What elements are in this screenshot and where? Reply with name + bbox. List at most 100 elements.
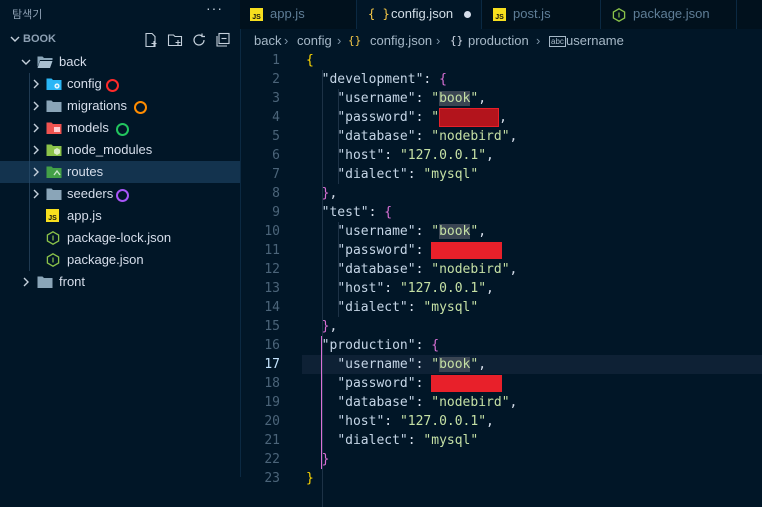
folder-icon — [46, 188, 62, 200]
breadcrumb-item-back[interactable]: back — [254, 33, 281, 48]
brace: { — [306, 53, 314, 68]
tab-config-json[interactable]: { } config.json — [357, 0, 482, 29]
svg-text:JS: JS — [48, 215, 57, 222]
breadcrumb: back › config › {} config.json › {} prod… — [240, 29, 762, 51]
tree-item-label: config — [67, 76, 102, 91]
json-key: "development" — [321, 72, 424, 87]
code-line: "database": "nodebird", — [337, 262, 518, 277]
breadcrumb-separator-icon: › — [337, 33, 342, 48]
redacted-password — [431, 242, 503, 259]
node-icon — [612, 8, 626, 22]
tree-folder-back[interactable]: back — [0, 51, 240, 73]
collapse-all-icon[interactable] — [215, 32, 231, 48]
tree-file-app-js[interactable]: JS app.js — [0, 205, 240, 227]
folder-icon — [46, 100, 62, 112]
json-string: "nodebird" — [431, 262, 510, 277]
tab-post-js[interactable]: JS post.js — [482, 0, 601, 29]
line-number: 10 — [264, 224, 280, 239]
chevron-right-icon — [33, 123, 39, 133]
folder-node-icon — [46, 144, 62, 156]
tree-folder-front[interactable]: front — [0, 271, 240, 293]
tab-package-json[interactable]: package.json — [601, 0, 737, 29]
tab-app-js[interactable]: JS app.js — [240, 0, 357, 29]
code-line: "dialect": "mysql" — [337, 300, 479, 315]
tab-label: config.json — [391, 6, 454, 21]
code-line: "password": — [306, 241, 503, 260]
tree-item-label: routes — [67, 164, 104, 179]
code-line: }, — [321, 319, 338, 334]
code-line: "password": ", — [337, 108, 507, 127]
json-key: "dialect" — [337, 300, 408, 315]
json-string: "book" — [431, 91, 479, 106]
breadcrumb-separator-icon: › — [436, 33, 441, 48]
code-line: "username": "book", — [337, 224, 487, 239]
breadcrumb-item-production[interactable]: production — [468, 33, 529, 48]
explorer-sidebar: 탐색기 ··· BOOK back config migrations mode… — [0, 0, 241, 477]
line-number: 22 — [264, 452, 280, 467]
more-actions-button[interactable]: ··· — [206, 0, 223, 16]
tree-folder-routes[interactable]: routes — [0, 161, 240, 183]
line-number: 20 — [264, 414, 280, 429]
line-number: 1 — [272, 53, 280, 68]
red-circle-annotation — [106, 79, 119, 92]
code-line: "host": "127.0.0.1", — [337, 281, 494, 296]
refresh-icon[interactable] — [191, 32, 207, 48]
tree-item-label: seeders — [67, 186, 114, 201]
unsaved-dot-icon[interactable] — [464, 11, 471, 18]
tree-item-label: models — [67, 120, 109, 135]
tree-folder-config[interactable]: config — [0, 73, 240, 95]
tree-item-label: package.json — [67, 252, 144, 267]
line-number: 13 — [264, 281, 280, 296]
nodejs-file-icon — [46, 231, 60, 245]
tree-item-label: node_modules — [67, 142, 153, 157]
chevron-right-icon — [33, 79, 39, 89]
code-line: "host": "127.0.0.1", — [337, 414, 494, 429]
code-line: "username": "book", — [337, 91, 487, 106]
tree-folder-seeders[interactable]: seeders — [0, 183, 240, 205]
json-string: "nodebird" — [431, 129, 510, 144]
tree-folder-models[interactable]: models — [0, 117, 240, 139]
folder-config-icon — [46, 78, 62, 90]
json-key: "database" — [337, 129, 416, 144]
new-folder-icon[interactable] — [167, 32, 183, 48]
chevron-right-icon — [33, 167, 39, 177]
chevron-down-icon — [10, 36, 20, 42]
redacted-password — [439, 108, 500, 127]
tree-file-package-json[interactable]: package.json — [0, 249, 240, 271]
js-file-icon: JS — [46, 209, 59, 222]
new-file-icon[interactable] — [143, 32, 159, 48]
line-number: 6 — [272, 148, 280, 163]
json-string: "book" — [431, 357, 479, 372]
json-icon: { } — [368, 7, 390, 21]
word-highlight: book — [439, 224, 471, 239]
workspace-section-header[interactable]: BOOK — [0, 29, 240, 51]
code-line: "database": "nodebird", — [337, 129, 518, 144]
json-key: "database" — [337, 262, 416, 277]
json-string: "mysql" — [423, 433, 479, 448]
code-line: "test": { — [321, 205, 393, 220]
json-string: "mysql" — [423, 300, 479, 315]
breadcrumb-item-config-json[interactable]: config.json — [370, 33, 432, 48]
folder-models-icon — [46, 122, 62, 134]
breadcrumb-separator-icon: › — [284, 33, 289, 48]
tree-file-package-lock-json[interactable]: package-lock.json — [0, 227, 240, 249]
line-number: 11 — [264, 243, 280, 258]
tree-folder-migrations[interactable]: migrations — [0, 95, 240, 117]
chevron-right-icon — [33, 101, 39, 111]
line-number: 7 — [272, 167, 280, 182]
json-key: "password" — [337, 110, 416, 125]
workspace-title: BOOK — [23, 33, 56, 45]
code-line-current: "username": "book", — [337, 357, 487, 372]
code-line: "database": "nodebird", — [337, 395, 518, 410]
purple-circle-annotation — [116, 189, 129, 202]
breadcrumb-item-username[interactable]: username — [566, 33, 624, 48]
code-line: "password": — [306, 374, 503, 393]
code-editor[interactable]: 1 2 3 4 5 6 7 8 9 10 11 12 13 14 15 16 1… — [240, 51, 762, 507]
json-key: "dialect" — [337, 167, 408, 182]
tree-folder-node-modules[interactable]: node_modules — [0, 139, 240, 161]
json-key: "username" — [337, 224, 416, 239]
tree-item-label: package-lock.json — [67, 230, 172, 245]
code-line: } — [306, 471, 314, 486]
json-string: "127.0.0.1" — [399, 281, 487, 296]
breadcrumb-item-config[interactable]: config — [297, 33, 332, 48]
